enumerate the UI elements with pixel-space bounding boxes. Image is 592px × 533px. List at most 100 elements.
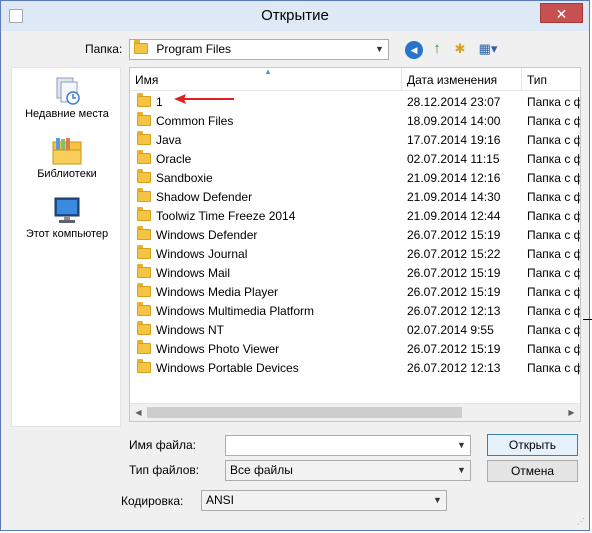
file-date: 18.09.2014 14:00: [407, 114, 501, 128]
horizontal-scrollbar[interactable]: ◀ ▶: [130, 403, 580, 421]
file-name: Oracle: [156, 152, 192, 166]
file-row[interactable]: Toolwiz Time Freeze 2014 21.09.2014 12:44…: [130, 207, 581, 226]
file-type: Папка с ф: [527, 342, 581, 356]
file-row[interactable]: Windows Multimedia Platform 26.07.2012 12…: [130, 302, 581, 321]
chevron-down-icon[interactable]: ▼: [371, 40, 388, 59]
column-header-type[interactable]: Тип: [522, 68, 580, 90]
encoding-label: Кодировка:: [121, 494, 184, 508]
file-name: Windows NT: [156, 323, 225, 337]
open-file-dialog: Открытие ✕ Папка: Program Files ▼ ◀ ↑ ✱ …: [0, 0, 590, 531]
file-date: 26.07.2012 15:22: [407, 247, 501, 261]
file-row[interactable]: Oracle 02.07.2014 11:15 Папка с ф: [130, 150, 580, 169]
place-label: Недавние места: [25, 108, 109, 120]
file-name: Windows Multimedia Platform: [156, 304, 315, 318]
resize-grip-icon[interactable]: ⋰: [577, 517, 585, 526]
file-date: 26.07.2012 15:19: [407, 228, 501, 242]
filetype-select[interactable]: Все файлы ▼: [225, 460, 471, 481]
place-label: Библиотеки: [37, 168, 97, 180]
file-name: Windows Media Player: [156, 285, 279, 299]
file-date: 02.07.2014 9:55: [407, 323, 494, 337]
file-date: 21.09.2014 12:16: [407, 171, 501, 185]
close-button[interactable]: ✕: [540, 3, 583, 23]
scroll-thumb[interactable]: [147, 407, 462, 418]
chevron-down-icon[interactable]: ▼: [453, 461, 470, 480]
file-name-cell: Sandboxie: [137, 169, 402, 188]
file-type: Папка с ф: [527, 133, 581, 147]
file-date: 26.07.2012 12:13: [407, 361, 501, 375]
file-row[interactable]: Windows Mail 26.07.2012 15:19 Папка с ф: [130, 264, 581, 283]
file-date: 28.12.2014 23:07: [407, 95, 501, 109]
folder-icon: [137, 150, 151, 164]
place-libraries[interactable]: Библиотеки: [12, 136, 122, 180]
file-name-cell: Windows NT: [137, 321, 402, 340]
file-row[interactable]: Java 17.07.2014 19:16 Папка с ф: [130, 131, 581, 150]
file-date: 26.07.2012 15:19: [407, 285, 501, 299]
file-name-cell: Windows Mail: [137, 264, 402, 283]
file-name-cell: Windows Journal: [137, 245, 402, 264]
list-header: ▲ Имя Дата изменения Тип: [130, 68, 580, 91]
column-header-name[interactable]: Имя: [130, 68, 400, 90]
up-folder-icon[interactable]: ↑: [428, 40, 446, 58]
file-row[interactable]: Windows NT 02.07.2014 9:55 Папка с ф: [130, 321, 580, 340]
file-name: Java: [156, 133, 182, 147]
file-date: 21.09.2014 12:44: [407, 209, 501, 223]
new-folder-icon[interactable]: ✱: [451, 40, 469, 58]
file-name-cell: Toolwiz Time Freeze 2014: [137, 207, 402, 226]
title-bar[interactable]: Открытие ✕: [1, 1, 589, 31]
chevron-down-icon[interactable]: ▼: [453, 436, 470, 455]
file-name: Windows Portable Devices: [156, 361, 299, 375]
resize-cursor-mark: [583, 319, 592, 320]
file-row[interactable]: Windows Defender 26.07.2012 15:19 Папка с …: [130, 226, 580, 245]
file-row[interactable]: Shadow Defender 21.09.2014 14:30 Папка с ф: [130, 188, 580, 207]
red-arrow-annotation: [174, 94, 234, 104]
places-bar: Недавние места Библиотеки Этот компьютер: [11, 67, 121, 427]
file-type: Папка с ф: [527, 209, 581, 223]
lookin-label: Папка:: [85, 42, 123, 56]
folder-icon: [137, 226, 151, 240]
file-type: Папка с ф: [527, 266, 581, 280]
computer-icon: [51, 196, 83, 226]
file-row[interactable]: Windows Journal 26.07.2012 15:22 Папка с ф: [130, 245, 581, 264]
filename-input[interactable]: ▼: [225, 435, 471, 456]
file-row[interactable]: Common Files 18.09.2014 14:00 Папка с ф: [130, 112, 581, 131]
open-button[interactable]: Открыть: [487, 434, 578, 456]
views-menu-icon[interactable]: ▦▾: [475, 40, 501, 58]
file-date: 26.07.2012 15:19: [407, 342, 501, 356]
folder-icon: [137, 112, 151, 126]
folder-icon: [137, 283, 151, 297]
file-row[interactable]: Sandboxie 21.09.2014 12:16 Папка с ф: [130, 169, 580, 188]
file-type: Папка с ф: [527, 247, 581, 261]
column-header-date[interactable]: Дата изменения: [402, 68, 522, 90]
file-date: 26.07.2012 15:19: [407, 266, 501, 280]
folder-icon: [137, 207, 151, 221]
place-label: Этот компьютер: [25, 228, 109, 240]
place-computer[interactable]: Этот компьютер: [12, 196, 122, 240]
file-date: 21.09.2014 14:30: [407, 190, 501, 204]
scroll-left-icon[interactable]: ◀: [130, 404, 147, 421]
back-icon[interactable]: ◀: [405, 41, 423, 59]
file-list[interactable]: ▲ Имя Дата изменения Тип 1 28.12.2014 23:…: [129, 67, 581, 422]
folder-icon: [137, 359, 151, 373]
file-row[interactable]: Windows Media Player 26.07.2012 15:19 Папк…: [130, 283, 580, 302]
file-type: Папка с ф: [527, 114, 581, 128]
scroll-right-icon[interactable]: ▶: [563, 404, 580, 421]
place-recent[interactable]: Недавние места: [12, 76, 122, 120]
file-type: Папка с ф: [527, 304, 581, 318]
file-name: Common Files: [156, 114, 234, 128]
encoding-select[interactable]: ANSI ▼: [201, 490, 447, 511]
lookin-combo[interactable]: Program Files ▼: [129, 39, 389, 60]
chevron-down-icon[interactable]: ▼: [429, 491, 446, 510]
lookin-value: Program Files: [156, 42, 232, 56]
libraries-icon: [51, 136, 83, 166]
folder-icon: [137, 169, 151, 183]
file-date: 17.07.2014 19:16: [407, 133, 501, 147]
folder-icon: [137, 302, 151, 316]
file-row[interactable]: Windows Portable Devices 26.07.2012 12:13…: [130, 359, 580, 378]
file-row[interactable]: Windows Photo Viewer 26.07.2012 15:19 Папк…: [130, 340, 581, 359]
folder-icon: [137, 188, 151, 202]
file-name: Toolwiz Time Freeze 2014: [156, 209, 296, 223]
cancel-button[interactable]: Отмена: [487, 460, 578, 482]
file-date: 26.07.2012 12:13: [407, 304, 501, 318]
filetype-label: Тип файлов:: [129, 463, 200, 477]
file-name-cell: Shadow Defender: [137, 188, 402, 207]
